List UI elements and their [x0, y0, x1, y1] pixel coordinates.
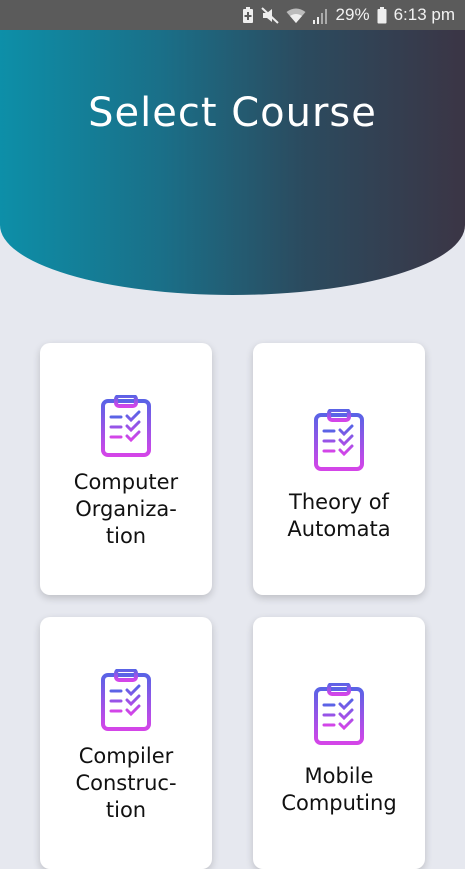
clipboard-checklist-icon — [314, 408, 364, 475]
course-card-computer-organization[interactable]: Computer Organiza- tion — [40, 343, 212, 595]
clipboard-checklist-icon — [314, 682, 364, 749]
clipboard-checklist-icon — [101, 394, 151, 461]
clipboard-checklist-icon — [101, 668, 151, 735]
battery-icon — [377, 6, 387, 24]
course-label: Theory of Automata — [287, 490, 391, 541]
wifi-icon — [286, 7, 306, 24]
course-card-compiler-construction[interactable]: Compiler Construc- tion — [40, 617, 212, 869]
clock: 6:13 pm — [393, 5, 455, 24]
page-title: Select Course — [88, 90, 377, 136]
course-label: Mobile Computing — [281, 764, 397, 815]
header-banner: Select Course — [0, 30, 465, 295]
battery-percent: 29% — [335, 5, 370, 24]
course-card-theory-of-automata[interactable]: Theory of Automata — [253, 343, 425, 595]
course-card-mobile-computing[interactable]: Mobile Computing — [253, 617, 425, 869]
course-label: Compiler Construc- tion — [75, 744, 177, 822]
signal-icon — [312, 7, 329, 24]
status-bar: 29% 6:13 pm — [0, 0, 465, 30]
course-label: Computer Organiza- tion — [73, 470, 179, 548]
battery-saver-icon — [242, 6, 254, 24]
mute-icon — [260, 6, 279, 24]
